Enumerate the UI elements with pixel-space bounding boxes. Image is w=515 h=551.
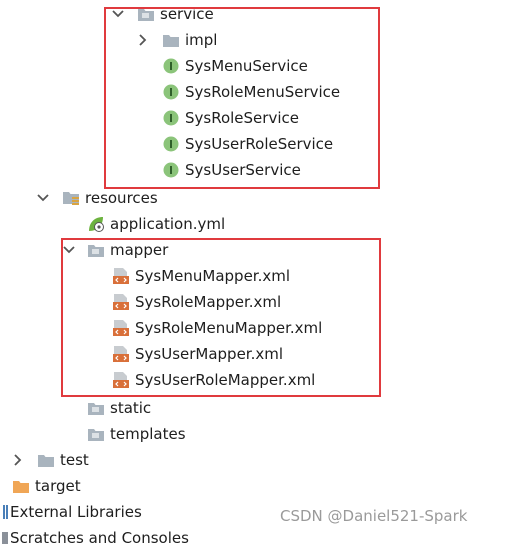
tree-node-sysusermapper-xml[interactable]: SysUserMapper.xml — [0, 341, 515, 367]
folder-icon — [12, 473, 30, 499]
tree-node-service[interactable]: service — [0, 1, 515, 27]
resources-folder-icon — [62, 185, 80, 211]
chevron-down-icon[interactable] — [111, 1, 125, 27]
xml-file-icon — [112, 367, 130, 393]
tree-node-label: resources — [85, 189, 158, 207]
tree-node-impl[interactable]: impl — [0, 27, 515, 53]
tree-node-label: External Libraries — [10, 503, 142, 521]
interface-icon — [162, 53, 180, 79]
tree-node-label: SysRoleMenuService — [185, 83, 341, 101]
tree-node-static[interactable]: static — [0, 395, 515, 421]
tree-node-sysmenuservice[interactable]: SysMenuService — [0, 53, 515, 79]
tree-node-label: static — [110, 399, 152, 417]
tree-node-resources[interactable]: resources — [0, 185, 515, 211]
watermark: CSDN @Daniel521-Spark — [280, 507, 468, 525]
tree-node-label: SysUserService — [185, 161, 301, 179]
folder-icon — [137, 1, 155, 27]
chevron-right-icon[interactable] — [11, 447, 25, 473]
tree-node-label: service — [160, 5, 214, 23]
tree-node-label: SysUserMapper.xml — [135, 345, 284, 363]
interface-icon — [162, 157, 180, 183]
tree-node-application-yml[interactable]: application.yml — [0, 211, 515, 237]
tree-node-sysuserservice[interactable]: SysUserService — [0, 157, 515, 183]
tree-node-test[interactable]: test — [0, 447, 515, 473]
xml-file-icon — [112, 341, 130, 367]
tree-node-sysrolemapper-xml[interactable]: SysRoleMapper.xml — [0, 289, 515, 315]
folder-icon — [87, 395, 105, 421]
tree-node-sysmenumapper-xml[interactable]: SysMenuMapper.xml — [0, 263, 515, 289]
tree-node-sysroleservice[interactable]: SysRoleService — [0, 105, 515, 131]
tree-node-label: impl — [185, 31, 218, 49]
tree-node-label: SysRoleMenuMapper.xml — [135, 319, 323, 337]
folder-icon — [87, 421, 105, 447]
tree-node-label: test — [60, 451, 89, 469]
chevron-down-icon[interactable] — [62, 237, 76, 263]
xml-file-icon — [112, 315, 130, 341]
tree-node-sysrolemenuservice[interactable]: SysRoleMenuService — [0, 79, 515, 105]
tree-node-label: target — [35, 477, 81, 495]
tree-node-label: SysRoleService — [185, 109, 299, 127]
tree-node-templates[interactable]: templates — [0, 421, 515, 447]
chevron-down-icon[interactable] — [36, 185, 50, 211]
tree-node-label: SysUserRoleMapper.xml — [135, 371, 316, 389]
tree-node-target[interactable]: target — [0, 473, 515, 499]
tree-node-sysrolemenumapper-xml[interactable]: SysRoleMenuMapper.xml — [0, 315, 515, 341]
folder-icon — [162, 27, 180, 53]
folder-icon — [37, 447, 55, 473]
tree-node-sysuserrolemapper-xml[interactable]: SysUserRoleMapper.xml — [0, 367, 515, 393]
interface-icon — [162, 131, 180, 157]
tree-node-label: SysRoleMapper.xml — [135, 293, 282, 311]
tree-node-label: SysMenuMapper.xml — [135, 267, 291, 285]
xml-file-icon — [112, 263, 130, 289]
tree-node-label: Scratches and Consoles — [10, 529, 189, 547]
tree-node-label: application.yml — [110, 215, 226, 233]
tree-node-label: SysUserRoleService — [185, 135, 334, 153]
tree-node-scratches[interactable]: Scratches and Consoles — [0, 525, 515, 551]
xml-file-icon — [112, 289, 130, 315]
interface-icon — [162, 79, 180, 105]
interface-icon — [162, 105, 180, 131]
tree-node-label: mapper — [110, 241, 169, 259]
chevron-right-icon[interactable] — [136, 27, 150, 53]
tree-node-label: templates — [110, 425, 186, 443]
tree-node-label: SysMenuService — [185, 57, 308, 75]
folder-icon — [87, 237, 105, 263]
spring-config-icon — [87, 211, 105, 237]
tree-node-mapper[interactable]: mapper — [0, 237, 515, 263]
tree-node-sysuserroleservice[interactable]: SysUserRoleService — [0, 131, 515, 157]
